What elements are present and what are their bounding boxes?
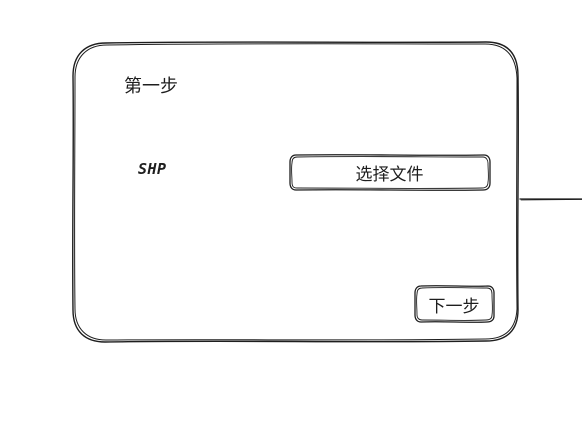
step-title: 第一步 — [124, 76, 178, 97]
next-step-button-label: 下一步 — [428, 296, 480, 317]
choose-file-button[interactable]: 选择文件 — [290, 155, 489, 189]
shp-file-label: SHP — [138, 160, 167, 178]
choose-file-button-label: 选择文件 — [355, 164, 424, 185]
connector-line-overstroke — [520, 199, 582, 201]
next-step-button[interactable]: 下一步 — [415, 286, 493, 322]
sketch-canvas — [72, 41, 582, 343]
